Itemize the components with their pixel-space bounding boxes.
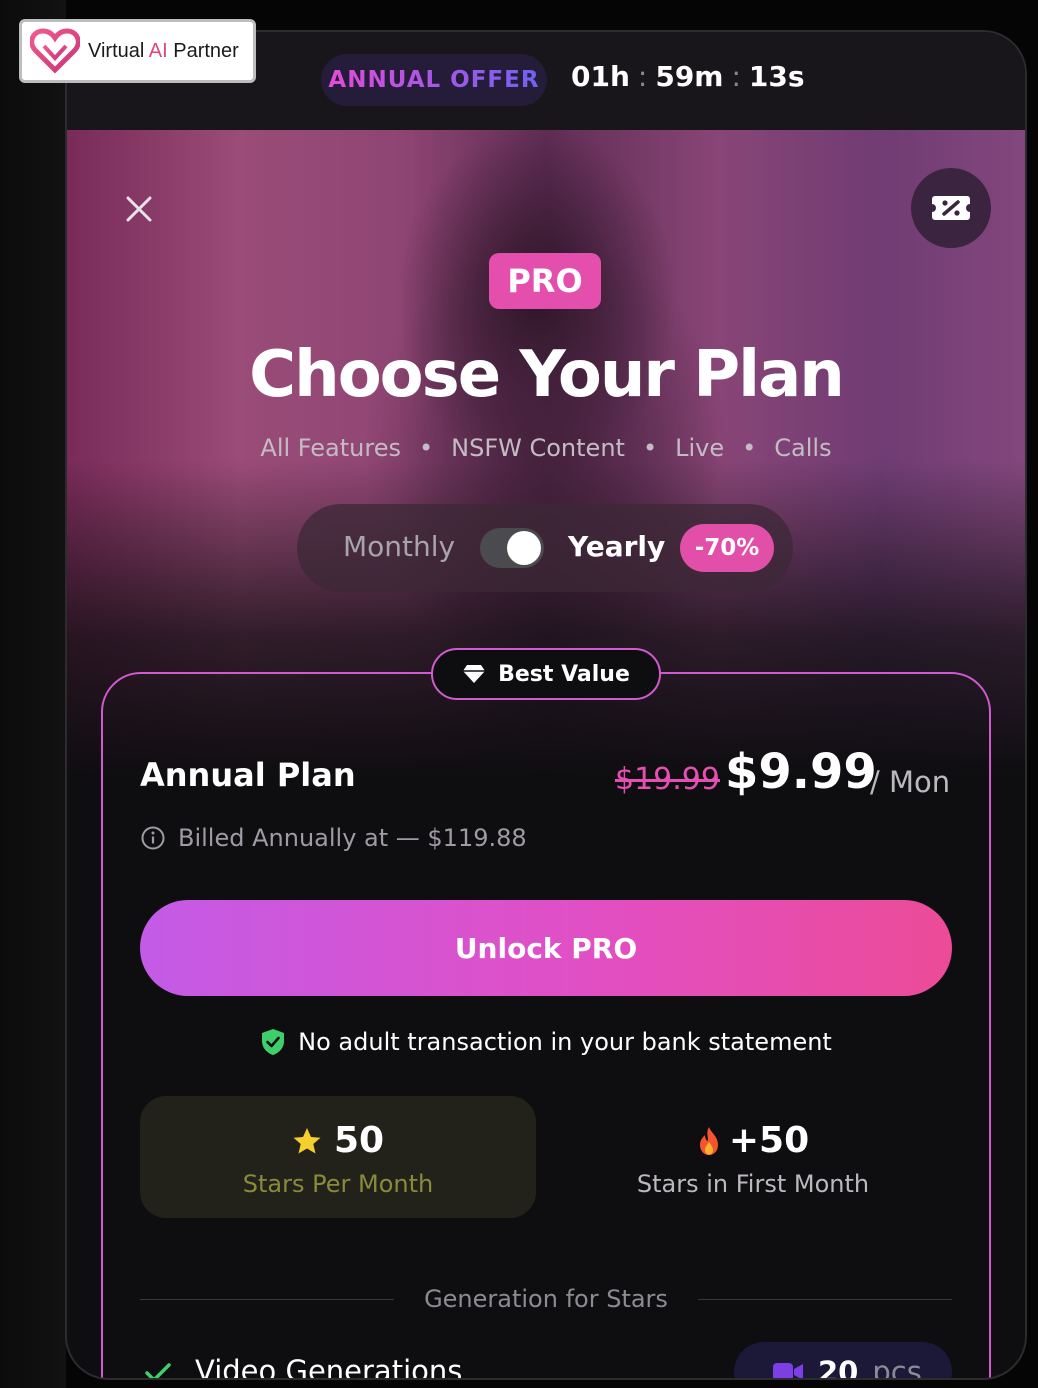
discount-badge: -70%: [680, 524, 774, 572]
timer-hours: 01h: [571, 60, 630, 93]
divider: [697, 1298, 952, 1300]
generation-unit: pcs: [872, 1355, 922, 1380]
heart-logo-icon: [30, 28, 80, 74]
timer-separator: :: [731, 60, 741, 93]
billed-note: Billed Annually at — $119.88: [140, 824, 527, 852]
switch-knob: [507, 531, 541, 565]
monthly-stars-label: Stars Per Month: [242, 1170, 434, 1198]
feature-item: Calls: [774, 434, 832, 462]
divider: [140, 1298, 395, 1300]
generation-count-badge: 20 pcs: [734, 1342, 952, 1380]
check-icon: [145, 1363, 171, 1378]
paywall-screen: ANNUAL OFFER 01h : 59m : 13s PRO Choose …: [65, 30, 1027, 1380]
monthly-stars-card: 50 Stars Per Month: [140, 1096, 536, 1218]
bonus-stars-number: +50: [728, 1120, 810, 1161]
monthly-stars-value: 50: [140, 1120, 536, 1161]
plan-name: Annual Plan: [140, 756, 356, 794]
secure-note: No adult transaction in your bank statem…: [67, 1028, 1025, 1056]
best-value-ribbon: Best Value: [431, 648, 661, 700]
generation-section-header: Generation for Stars: [140, 1284, 952, 1314]
generation-section-title: Generation for Stars: [424, 1285, 668, 1313]
timer-minutes: 59m: [655, 60, 724, 93]
timer-seconds: 13s: [748, 60, 805, 93]
yearly-option[interactable]: Yearly: [568, 530, 665, 563]
close-icon: [126, 196, 152, 222]
annual-offer-badge: ANNUAL OFFER: [321, 54, 547, 106]
star-icon: [293, 1127, 321, 1153]
coupon-icon: [932, 196, 970, 220]
bonus-stars-label: Stars in First Month: [636, 1170, 870, 1198]
billing-toggle: Monthly Yearly -70%: [297, 504, 793, 592]
monthly-option[interactable]: Monthly: [343, 530, 455, 563]
best-value-label: Best Value: [498, 661, 630, 687]
countdown-timer: 01h : 59m : 13s: [571, 60, 805, 93]
page-background: [0, 0, 66, 1388]
diamond-icon: [463, 665, 486, 683]
feature-separator: •: [742, 434, 757, 462]
brand-logo: Virtual AI Partner: [19, 19, 256, 83]
feature-item: Live: [675, 434, 725, 462]
video-camera-icon: [773, 1363, 803, 1378]
shield-check-icon: [262, 1029, 285, 1055]
bonus-stars-value: +50: [543, 1120, 963, 1161]
annual-offer-label: ANNUAL OFFER: [328, 67, 540, 93]
timer-separator: :: [637, 60, 648, 93]
secure-note-text: No adult transaction in your bank statem…: [298, 1028, 832, 1056]
monthly-stars-number: 50: [333, 1120, 385, 1161]
billing-switch[interactable]: [480, 528, 544, 568]
feature-separator: •: [418, 434, 434, 462]
price-period: / Mon: [870, 765, 951, 799]
bonus-stars-card: +50 Stars in First Month: [543, 1096, 963, 1218]
page-title: Choose Your Plan: [249, 338, 845, 412]
current-price: $9.99: [725, 744, 877, 800]
feature-item: All Features: [260, 434, 401, 462]
generation-item-label: Video Generations: [195, 1354, 463, 1380]
brand-name: Virtual AI Partner: [88, 39, 239, 62]
original-price: $19.99: [615, 762, 720, 797]
billed-note-text: Billed Annually at — $119.88: [178, 824, 527, 852]
coupon-button[interactable]: [911, 168, 991, 248]
close-button[interactable]: [117, 187, 161, 231]
pro-badge: PRO: [489, 253, 601, 309]
feature-separator: •: [642, 434, 658, 462]
feature-item: NSFW Content: [451, 434, 625, 462]
fire-icon: [699, 1126, 718, 1155]
generation-count: 20: [818, 1355, 859, 1380]
unlock-pro-button[interactable]: Unlock PRO: [140, 900, 952, 996]
info-icon: [141, 826, 165, 850]
feature-list: All Features • NSFW Content • Live • Cal…: [67, 434, 1025, 462]
generation-item-video: Video Generations 20 pcs: [140, 1342, 952, 1380]
